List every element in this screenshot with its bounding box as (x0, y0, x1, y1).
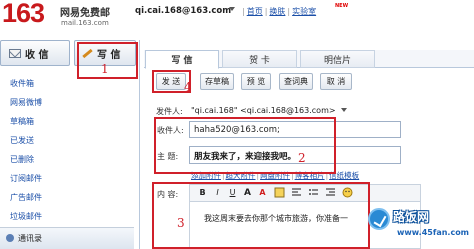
sidebar-divider (139, 40, 140, 249)
tab-postcard[interactable]: 明信片 (300, 50, 375, 68)
top-links: | 首页 | 换肤 | 实验室 (242, 7, 317, 16)
sender-select[interactable]: "qi.cai.168" <qi.cai.168@163.com> (191, 106, 336, 115)
annotation-box-2 (154, 117, 336, 174)
annotation-label-2: 2 (298, 151, 306, 165)
tab-compose[interactable]: 写 信 (145, 50, 219, 69)
user-email[interactable]: qi.cai.168@163.com (135, 6, 231, 16)
link-home[interactable]: 首页 (247, 7, 263, 16)
sender-chevron-down-icon[interactable] (341, 108, 347, 112)
cancel-button[interactable]: 取 消 (320, 73, 352, 90)
sidebar-item-inbox[interactable]: 收件箱 (10, 78, 34, 89)
logo-number: 163 (2, 0, 45, 28)
receive-label: 收 信 (25, 49, 49, 61)
contacts-icon (6, 234, 14, 242)
dictionary-button[interactable]: 查词典 (279, 73, 313, 90)
user-menu-chevron-icon[interactable] (229, 7, 235, 11)
logo-name: 网易免费邮 (60, 8, 110, 19)
preview-button[interactable]: 预 览 (241, 73, 271, 90)
save-draft-button[interactable]: 存草稿 (200, 73, 234, 90)
sidebar-item-ads[interactable]: 广告邮件 (10, 192, 42, 203)
watermark-name: 路饭网 (393, 210, 430, 224)
sidebar-item-deleted[interactable]: 已删除 (10, 154, 34, 165)
receive-button[interactable]: 收 信 (0, 40, 70, 66)
link-lab[interactable]: 实验室 (292, 7, 316, 16)
header: 163 网易免费邮 mail.163.com qi.cai.168@163.co… (0, 0, 474, 38)
link-skin[interactable]: 换肤 (269, 7, 285, 16)
sidebar-item-weibo[interactable]: 网易微博 (10, 97, 42, 108)
annotation-label-1: 1 (101, 62, 109, 76)
annotation-label-3: 3 (177, 216, 185, 230)
contacts-link[interactable]: 通讯录 (18, 233, 42, 244)
tab-greeting-card[interactable]: 贺 卡 (222, 50, 297, 68)
sidebar-item-drafts[interactable]: 草稿箱 (10, 116, 34, 127)
watermark-url: www.45fan.com (397, 228, 470, 237)
watermark-logo-icon (368, 208, 390, 230)
sidebar-item-subscriptions[interactable]: 订阅邮件 (10, 173, 42, 184)
envelope-icon (9, 48, 21, 58)
logo[interactable]: 163 网易免费邮 mail.163.com (2, 0, 122, 36)
sender-label: 发件人: (156, 107, 183, 116)
sidebar-item-sent[interactable]: 已发送 (10, 135, 34, 146)
annotation-label-4: 4 (184, 80, 192, 94)
logo-url: mail.163.com (61, 19, 109, 27)
annotation-box-3 (152, 182, 370, 249)
lab-new-badge: NEW (335, 3, 349, 9)
sidebar-item-spam[interactable]: 垃圾邮件 (10, 211, 42, 222)
